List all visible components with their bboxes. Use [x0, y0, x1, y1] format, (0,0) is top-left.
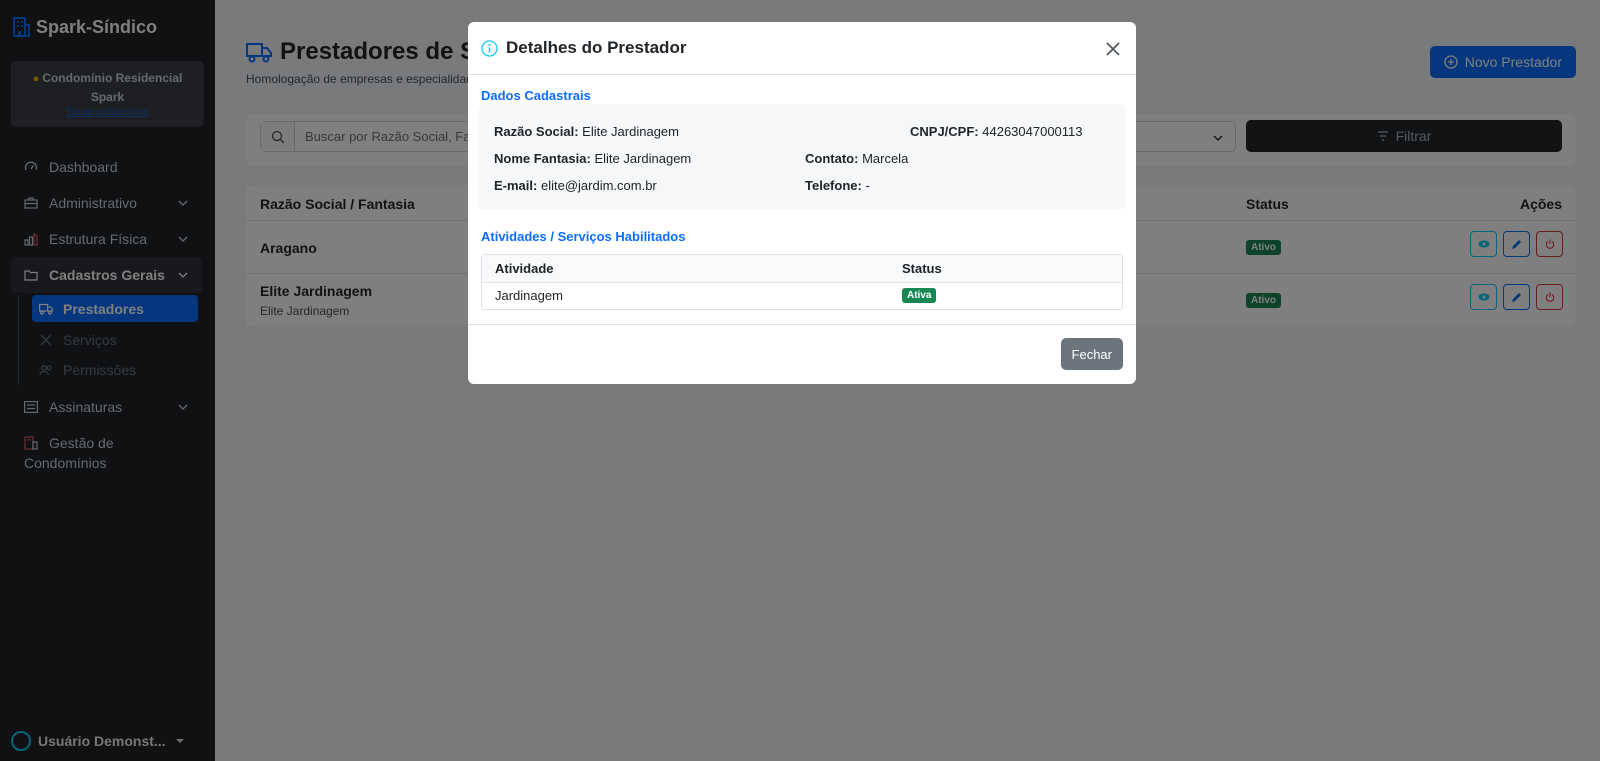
field-telefone: Telefone: - [805, 178, 870, 193]
section-title-atividades: Atividades / Serviços Habilitados [481, 229, 686, 244]
section-title-dados: Dados Cadastrais [481, 88, 591, 103]
close-button[interactable]: Fechar [1060, 338, 1123, 370]
status-badge: Ativa [902, 288, 937, 303]
provider-details-modal: Detalhes do Prestador Dados Cadastrais R… [468, 22, 1136, 384]
activity-name: Jardinagem [495, 288, 563, 303]
table-row: Jardinagem Ativa [482, 283, 1122, 309]
details-box: Razão Social: Elite Jardinagem CNPJ/CPF:… [478, 104, 1126, 209]
info-circle-icon [481, 39, 498, 57]
column-header-status: Status [902, 261, 942, 276]
modal-footer: Fechar [468, 324, 1136, 384]
modal-header: Detalhes do Prestador [468, 22, 1136, 75]
field-contato: Contato: Marcela [805, 151, 909, 166]
field-email: E-mail: elite@jardim.com.br [494, 178, 657, 193]
column-header-activity: Atividade [495, 261, 554, 276]
modal-title: Detalhes do Prestador [506, 38, 687, 57]
activities-table-header: Atividade Status [482, 255, 1122, 283]
field-razao-social: Razão Social: Elite Jardinagem [494, 124, 679, 139]
close-icon[interactable] [1102, 38, 1124, 60]
field-cnpj: CNPJ/CPF: 44263047000113 [910, 124, 1083, 139]
field-nome-fantasia: Nome Fantasia: Elite Jardinagem [494, 151, 692, 166]
activities-table: Atividade Status Jardinagem Ativa [481, 254, 1123, 310]
